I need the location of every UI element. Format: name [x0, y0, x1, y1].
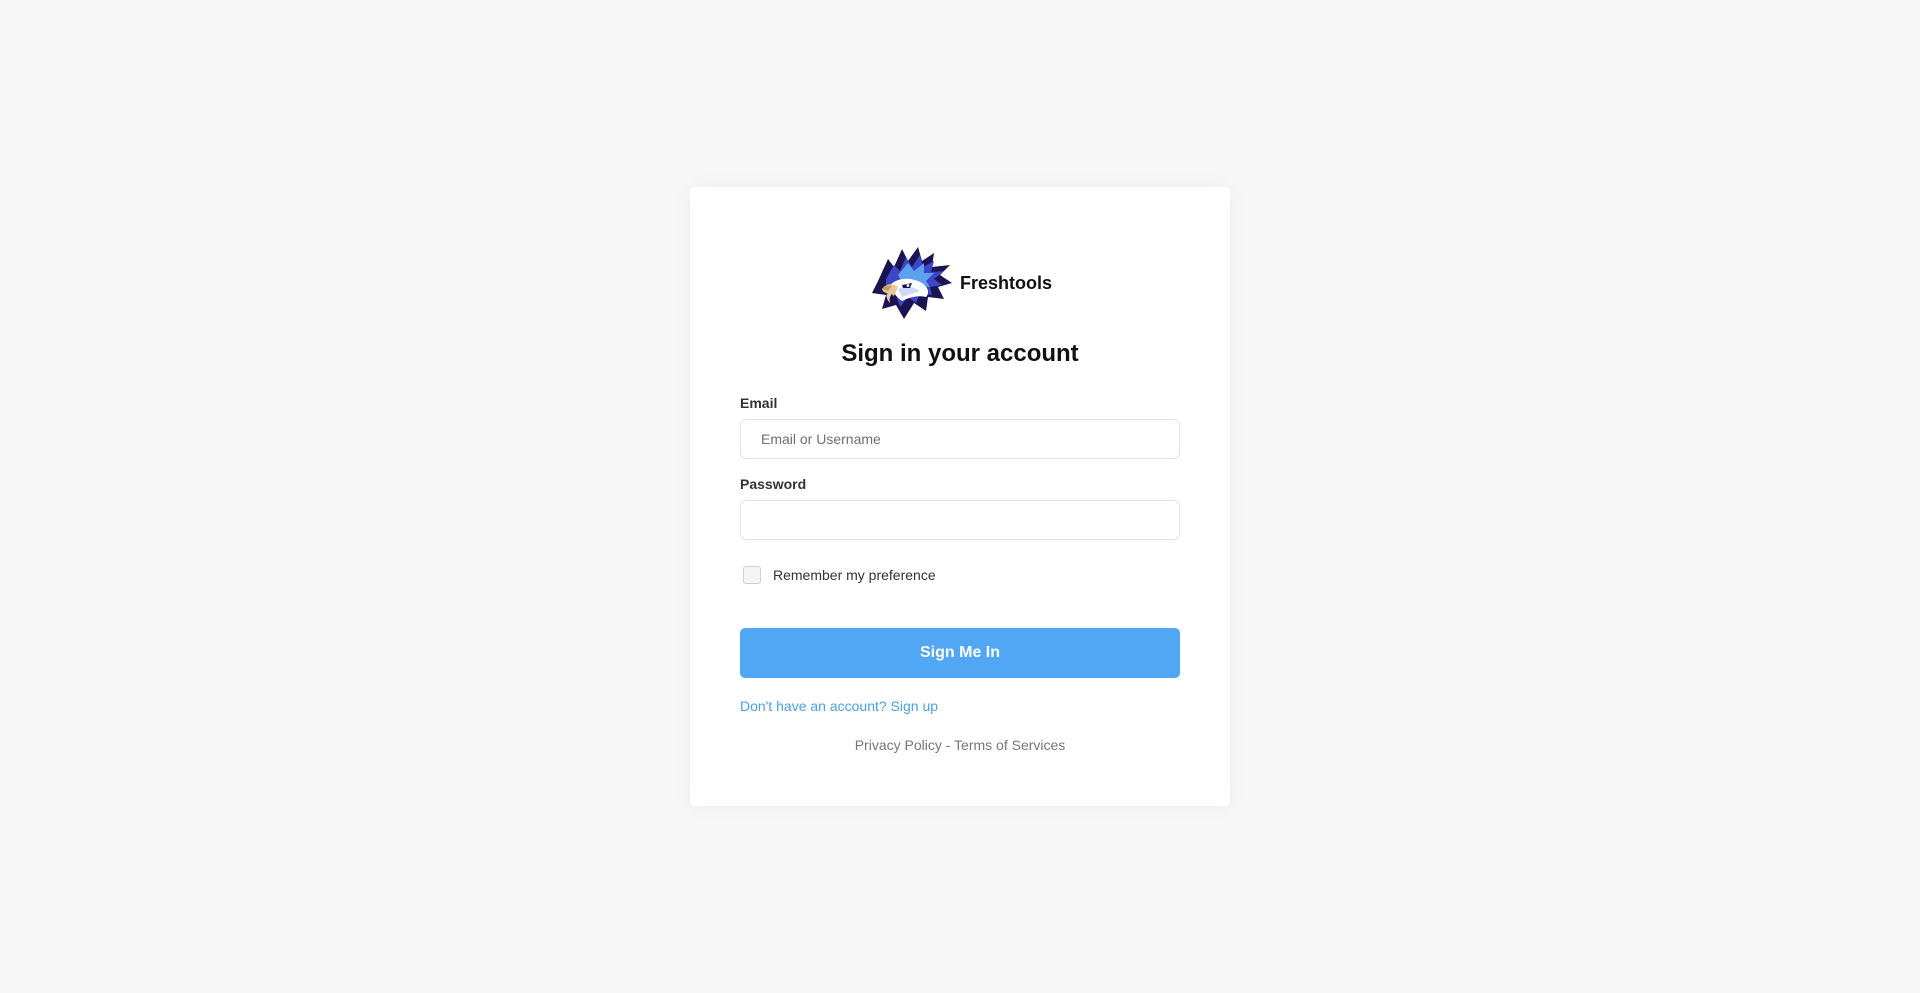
email-label: Email [740, 395, 778, 411]
page: Freshtools Sign in your account Email Pa… [0, 0, 1920, 993]
brand-header: Freshtools [690, 245, 1230, 321]
password-input[interactable] [740, 500, 1180, 540]
password-label: Password [740, 476, 807, 492]
signup-link[interactable]: Don't have an account? Sign up [740, 698, 938, 714]
privacy-policy-link[interactable]: Privacy Policy [855, 737, 942, 753]
remember-label: Remember my preference [773, 567, 936, 583]
remember-preference[interactable]: Remember my preference [743, 566, 936, 584]
email-input[interactable] [740, 419, 1180, 459]
sign-in-button[interactable]: Sign Me In [740, 628, 1180, 678]
terms-of-services-link[interactable]: Terms of Services [954, 737, 1065, 753]
footer-separator: - [941, 737, 955, 753]
sign-in-card: Freshtools Sign in your account Email Pa… [690, 187, 1230, 806]
remember-checkbox[interactable] [743, 566, 761, 584]
page-title: Sign in your account [841, 340, 1079, 367]
eagle-logo-icon [871, 247, 952, 319]
brand-name: Freshtools [959, 272, 1052, 293]
footer-links: Privacy Policy - Terms of Services [690, 737, 1230, 753]
